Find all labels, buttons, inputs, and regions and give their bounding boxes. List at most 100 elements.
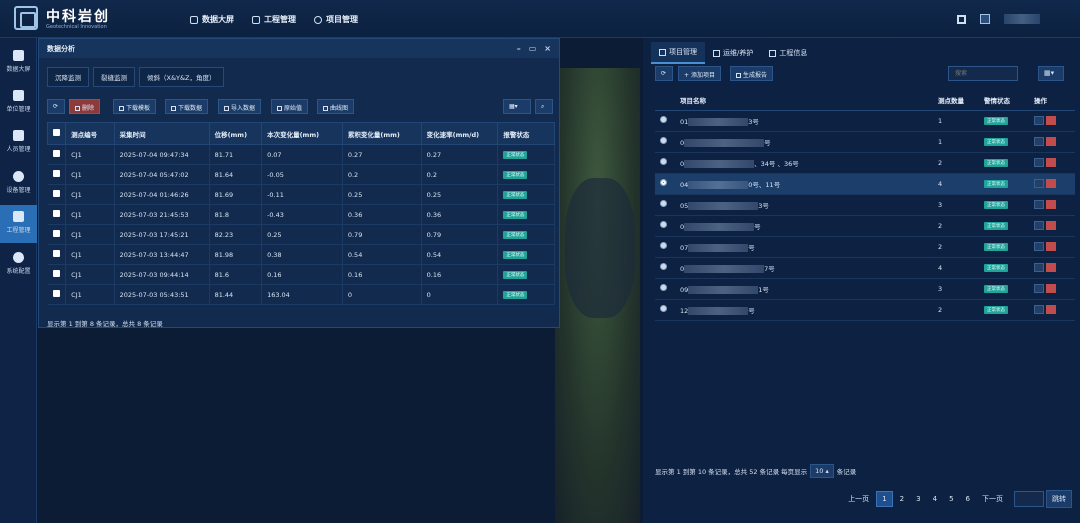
nav-dashboard[interactable]: 数据大屏 [190, 14, 234, 25]
refresh-button[interactable]: ⟳ [47, 99, 65, 114]
user-icon[interactable] [980, 14, 990, 24]
fullscreen-icon[interactable] [957, 14, 966, 24]
col-header[interactable]: 变化速率(mm/d) [420, 122, 499, 145]
table-row[interactable]: CJ1 2025-07-04 09:47:34 81.71 0.07 0.27 0.27 正… [47, 144, 555, 165]
delete-button[interactable] [1046, 116, 1056, 125]
delete-button[interactable] [1046, 284, 1056, 293]
checkbox[interactable] [52, 190, 60, 197]
row-radio[interactable] [660, 305, 667, 312]
page-size-select[interactable]: 10 ▴ [810, 464, 834, 478]
columns-button[interactable]: ▦▾ [503, 99, 531, 114]
checkbox[interactable] [52, 250, 60, 257]
minimize-icon[interactable]: – [517, 44, 521, 53]
checkbox[interactable] [52, 210, 60, 217]
table-row[interactable]: CJ1 2025-07-04 01:46:26 81.69 -0.11 0.25 0.25… [47, 184, 555, 205]
delete-button[interactable] [1046, 137, 1056, 146]
columns-button[interactable] [1038, 66, 1064, 81]
table-row[interactable]: 09 1号 3 正常状态 [655, 278, 1075, 300]
table-row[interactable]: 05 3号 3 正常状态 [655, 194, 1075, 216]
row-radio[interactable] [660, 263, 667, 270]
page-jump-input[interactable] [1014, 491, 1044, 507]
table-row[interactable]: 01 3号 1 正常状态 [655, 110, 1075, 132]
table-row[interactable]: CJ1 2025-07-03 21:45:53 81.8 -0.43 0.36 0.36 正… [47, 204, 555, 225]
col-header[interactable]: 采集时间 [113, 122, 210, 145]
page-1-button[interactable]: 1 [876, 491, 893, 507]
table-row[interactable]: CJ1 2025-07-03 09:44:14 81.6 0.16 0.16 0.16 正常… [47, 264, 555, 285]
delete-button[interactable] [1046, 305, 1056, 314]
table-row[interactable]: 0 号 2 正常状态 [655, 215, 1075, 237]
table-row[interactable]: 12 号 2 正常状态 [655, 299, 1075, 321]
jump-button[interactable]: 跳转 [1046, 490, 1072, 508]
table-row[interactable]: 0 号 1 正常状态 [655, 131, 1075, 153]
checkbox[interactable] [52, 270, 60, 277]
delete-button[interactable] [1046, 200, 1056, 209]
table-row[interactable]: CJ1 2025-07-03 05:43:51 81.44 163.04 0 0 正常状态 [47, 284, 555, 305]
col-header[interactable]: 累积变化量(mm) [341, 122, 422, 145]
row-radio[interactable] [660, 242, 667, 249]
edit-button[interactable] [1034, 116, 1044, 125]
search-input[interactable] [948, 66, 1018, 81]
page-3-button[interactable]: 3 [911, 492, 925, 506]
refresh-button[interactable]: ⟳ [655, 66, 673, 81]
checkbox[interactable] [52, 230, 60, 237]
row-radio[interactable] [660, 158, 667, 165]
sidebar-item-settings[interactable]: 系统配置 [0, 246, 37, 284]
tab-crack[interactable]: 裂缝监测 [93, 67, 135, 87]
page-6-button[interactable]: 6 [961, 492, 975, 506]
sidebar-item-personnel[interactable]: 人员管理 [0, 124, 37, 162]
sidebar-item-devices[interactable]: 设备管理 [0, 165, 37, 203]
raw-value-button[interactable]: 原始值 [271, 99, 309, 114]
col-header[interactable]: 本次变化量(mm) [261, 122, 343, 145]
edit-button[interactable] [1034, 179, 1044, 188]
edit-button[interactable] [1034, 158, 1044, 167]
table-row[interactable]: 04 0号、11号 4 正常状态 [655, 173, 1075, 195]
delete-button[interactable] [1046, 242, 1056, 251]
curve-chart-button[interactable]: 曲线图 [317, 99, 355, 114]
page-4-button[interactable]: 4 [928, 492, 942, 506]
sidebar-item-units[interactable]: 单位管理 [0, 84, 37, 122]
col-header[interactable]: 测点编号 [65, 122, 115, 145]
tab-engineering-info[interactable]: 工程信息 [761, 42, 815, 64]
nav-engineering[interactable]: 工程管理 [252, 14, 296, 25]
col-header[interactable]: 项目名称 [675, 90, 933, 111]
row-radio[interactable] [660, 137, 667, 144]
delete-button[interactable] [1046, 263, 1056, 272]
import-data-button[interactable]: 导入数据 [218, 99, 262, 114]
checkbox[interactable] [52, 290, 60, 297]
generate-report-button[interactable]: 生成报告 [730, 66, 774, 81]
sidebar-item-engineering[interactable]: 工程管理 [0, 205, 37, 243]
col-header[interactable]: 警情状态 [979, 90, 1029, 111]
table-row[interactable]: 0 、34号 、36号 2 正常状态 [655, 152, 1075, 174]
edit-button[interactable] [1034, 137, 1044, 146]
delete-button[interactable] [1046, 158, 1056, 167]
table-row[interactable]: 07 号 2 正常状态 [655, 236, 1075, 258]
tab-project-management[interactable]: 项目管理 [651, 42, 705, 64]
download-template-button[interactable]: 下载模板 [113, 99, 157, 114]
nav-project[interactable]: 项目管理 [314, 14, 358, 25]
edit-button[interactable] [1034, 284, 1044, 293]
row-radio[interactable] [660, 221, 667, 228]
delete-button[interactable]: 删除 [69, 99, 101, 114]
table-row[interactable]: CJ1 2025-07-04 05:47:02 81.64 -0.05 0.2 0.2 正常… [47, 164, 555, 185]
select-all-checkbox[interactable] [46, 122, 67, 145]
download-data-button[interactable]: 下载数据 [165, 99, 209, 114]
close-icon[interactable]: × [544, 44, 551, 53]
tab-settlement[interactable]: 沉降监测 [47, 67, 89, 87]
edit-button[interactable] [1034, 242, 1044, 251]
add-project-button[interactable]: + 添加项目 [678, 66, 721, 81]
next-page-button[interactable]: 下一页 [977, 491, 1008, 507]
col-header[interactable]: 操作 [1029, 90, 1075, 111]
row-radio[interactable] [660, 179, 667, 186]
checkbox[interactable] [52, 170, 60, 177]
checkbox[interactable] [52, 150, 60, 157]
checkbox[interactable] [53, 129, 60, 136]
edit-button[interactable] [1034, 263, 1044, 272]
tab-tilt[interactable]: 倾斜（X&Y&Z，角度） [139, 67, 224, 87]
col-header[interactable]: 报警状态 [497, 122, 555, 145]
row-radio[interactable] [660, 116, 667, 123]
satellite-map[interactable] [555, 68, 640, 523]
tab-maintenance[interactable]: 运维/养护 [705, 42, 761, 64]
search-button[interactable]: ⌕ [535, 99, 553, 114]
page-5-button[interactable]: 5 [944, 492, 958, 506]
col-header[interactable]: 位移(mm) [208, 122, 263, 145]
